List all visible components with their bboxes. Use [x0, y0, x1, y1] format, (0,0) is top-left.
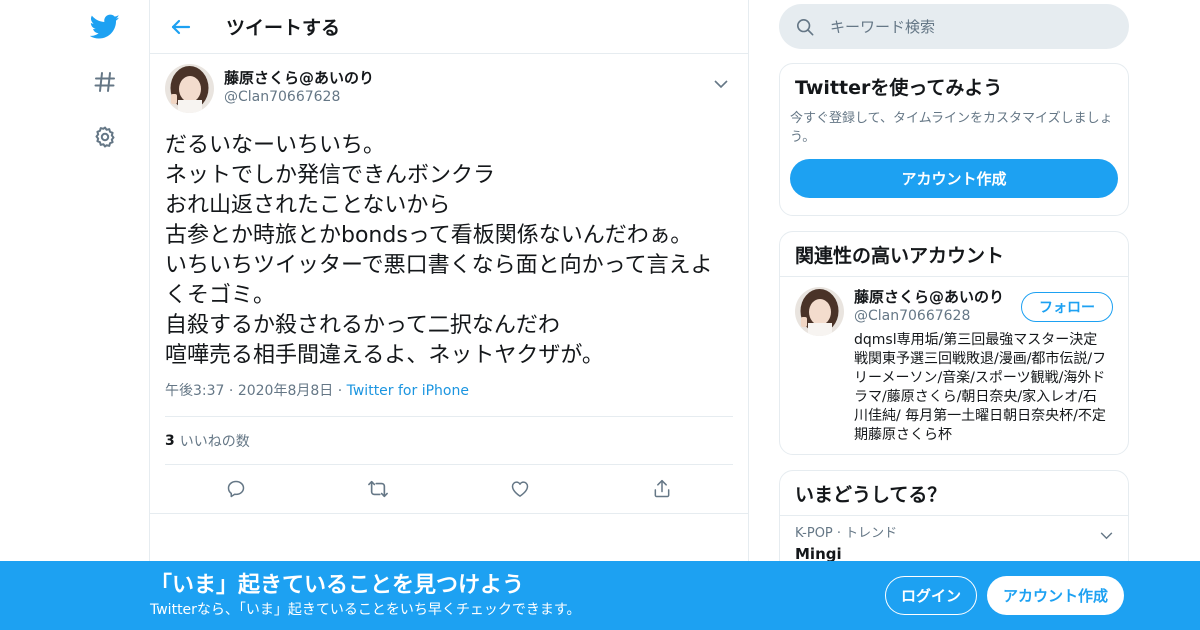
tweet: 藤原さくら@あいのり @Clan70667628 だるいなーいちいち。 ネットで… [150, 54, 748, 514]
right-sidebar: Twitterを使ってみよう 今すぐ登録して、タイムラインをカスタマイズしましょ… [779, 0, 1129, 590]
related-accounts-card: 関連性の高いアカウント 藤原さくら@あいのり @Clan70667628 dqm… [779, 231, 1129, 455]
avatar[interactable] [165, 64, 214, 113]
gear-icon[interactable] [88, 120, 122, 154]
banner-title: 「いま」起きていることを見つけよう [150, 573, 525, 598]
banner-subtitle: Twitterなら、「いま」起きていることをいち早くチェックできます。 [150, 602, 581, 618]
retweet-icon[interactable] [361, 472, 395, 506]
search-icon [795, 17, 815, 37]
meta-separator: · [337, 383, 343, 399]
related-user-bio: dqmsl専用垢/第三回最強マスター決定戦関東予選三回戦敗退/漫画/都市伝説/フ… [854, 332, 1107, 443]
search-bar[interactable] [779, 4, 1129, 49]
search-input[interactable] [830, 17, 1090, 36]
tweet-text: だるいなーいちいち。 ネットでしか発信できんボンクラ おれ山返されたことないから… [165, 133, 713, 368]
tweet-date[interactable]: 2020年8月8日 [238, 383, 333, 399]
share-icon[interactable] [645, 472, 679, 506]
login-button[interactable]: ログイン [885, 576, 977, 615]
hashtag-icon[interactable] [88, 65, 122, 99]
related-user[interactable]: 藤原さくら@あいのり @Clan70667628 dqmsl専用垢/第三回最強マ… [780, 277, 1128, 455]
tweet-actions [165, 465, 733, 513]
page-title: ツイートする [226, 17, 341, 39]
related-accounts-title: 関連性の高いアカウント [780, 232, 1128, 277]
signup-card-desc: 今すぐ登録して、タイムラインをカスタマイズしましょう。 [790, 111, 1113, 145]
divider [150, 513, 748, 514]
main-column: ツイートする 藤原さくら@あいのり @Clan70667628 だるいなーいちい… [149, 0, 749, 630]
trends-title: いまどうしてる？ [780, 471, 1128, 516]
signup-card-title: Twitterを使ってみよう [795, 77, 1003, 99]
tweet-source-link[interactable]: Twitter for iPhone [347, 383, 469, 399]
likes-count: 3 [165, 432, 175, 449]
likes-label: いいねの数 [179, 433, 250, 450]
display-name[interactable]: 藤原さくら@あいのり [224, 68, 374, 88]
user-block: 藤原さくら@あいのり @Clan70667628 [224, 68, 374, 106]
trend-meta: K-POP · トレンド [795, 526, 898, 541]
avatar[interactable] [795, 287, 844, 336]
tweet-time[interactable]: 午後3:37 [165, 383, 224, 399]
tweet-header: 藤原さくら@あいのり @Clan70667628 [165, 64, 733, 116]
follow-button[interactable]: フォロー [1021, 292, 1113, 322]
twitter-bird-icon[interactable] [88, 10, 122, 44]
reply-icon[interactable] [219, 472, 253, 506]
likes-stat[interactable]: 3 いいねの数 [165, 416, 733, 465]
user-handle[interactable]: @Clan70667628 [224, 88, 374, 106]
heart-icon[interactable] [503, 472, 537, 506]
tweet-timestamp: 午後3:37 · 2020年8月8日 · Twitter for iPhone [165, 381, 733, 401]
chevron-down-icon[interactable] [709, 72, 733, 96]
left-nav [0, 0, 150, 630]
banner-create-account-button[interactable]: アカウント作成 [987, 576, 1124, 615]
chevron-down-icon[interactable] [1096, 526, 1116, 546]
back-arrow-icon[interactable] [166, 12, 196, 42]
bottom-banner: 「いま」起きていることを見つけよう Twitterなら、「いま」起きていることを… [0, 561, 1200, 630]
create-account-button[interactable]: アカウント作成 [790, 159, 1118, 198]
signup-card: Twitterを使ってみよう 今すぐ登録して、タイムラインをカスタマイズしましょ… [779, 63, 1129, 216]
meta-separator: · [228, 383, 234, 399]
page-header: ツイートする [150, 0, 748, 54]
